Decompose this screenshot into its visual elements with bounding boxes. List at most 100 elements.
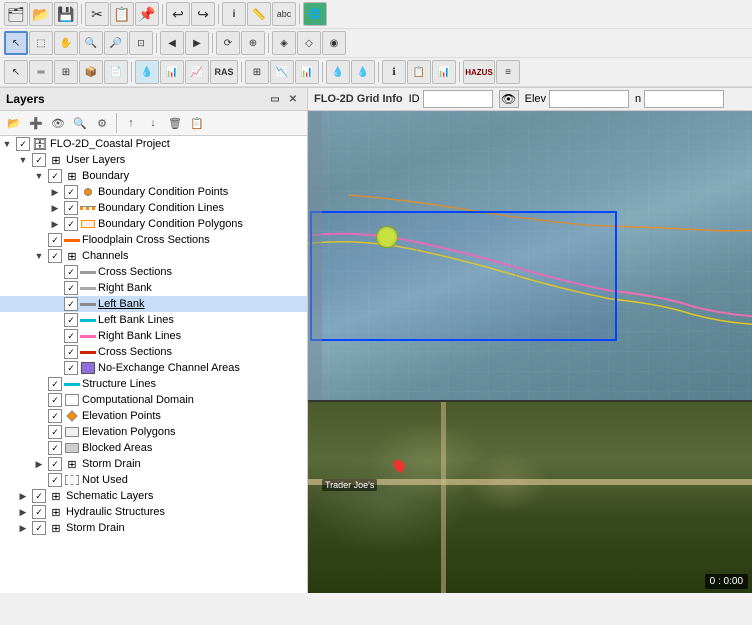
tree-sd2-arrow[interactable]: ▶: [16, 521, 30, 535]
tree-xs-2[interactable]: ▶ ✓ Cross Sections: [0, 344, 307, 360]
tree-comp-domain[interactable]: ▶ ✓ Computational Domain: [0, 392, 307, 408]
toolbar-btn-select-feat[interactable]: ◈: [272, 31, 296, 55]
toolbar-btn-flo10[interactable]: 📉: [270, 60, 294, 84]
tree-bc-points-checkbox[interactable]: ✓: [64, 185, 78, 199]
toolbar-btn-zoom-in[interactable]: 🔍: [79, 31, 103, 55]
tree-not-used[interactable]: ▶ ✓ Not Used: [0, 472, 307, 488]
tree-bc-points[interactable]: ▶ ✓ Boundary Condition Points: [0, 184, 307, 200]
tree-ne-checkbox[interactable]: ✓: [64, 361, 78, 375]
layers-move-up-btn[interactable]: ↑: [121, 113, 141, 133]
layers-filter-btn[interactable]: 🔍: [70, 113, 90, 133]
tree-left-bank[interactable]: ▶ ✓ Left Bank: [0, 296, 307, 312]
tree-sd2-checkbox[interactable]: ✓: [32, 521, 46, 535]
tree-sl-checkbox[interactable]: ✓: [48, 377, 62, 391]
toolbar-btn-new[interactable]: 🗂: [4, 2, 28, 26]
tree-xs-1[interactable]: ▶ ✓ Cross Sections: [0, 264, 307, 280]
toolbar-btn-zoom-out[interactable]: 🔎: [104, 31, 128, 55]
tree-root[interactable]: ▼ ✓ 🗄 FLO-2D_Coastal Project: [0, 136, 307, 152]
layers-minimize-icon[interactable]: ▭: [267, 91, 283, 107]
tree-floodplain-xs[interactable]: ▶ ✓ Floodplain Cross Sections: [0, 232, 307, 248]
layers-close-icon[interactable]: ✕: [285, 91, 301, 107]
tree-cd-checkbox[interactable]: ✓: [48, 393, 62, 407]
toolbar-btn-flo3[interactable]: ⊞: [54, 60, 78, 84]
layers-remove-btn[interactable]: 🗑: [165, 113, 185, 133]
tree-lbl-checkbox[interactable]: ✓: [64, 313, 78, 327]
tree-sch-checkbox[interactable]: ✓: [32, 489, 46, 503]
tree-user-layers-checkbox[interactable]: ✓: [32, 153, 46, 167]
tree-lb-checkbox[interactable]: ✓: [64, 297, 78, 311]
toolbar-btn-flo4[interactable]: 📦: [79, 60, 103, 84]
toolbar-btn-menu[interactable]: ≡: [496, 60, 520, 84]
toolbar-btn-flo12[interactable]: 💧: [326, 60, 350, 84]
map-n-input[interactable]: [644, 90, 724, 108]
tree-bc-lines-arrow[interactable]: ▶: [48, 201, 62, 215]
layers-open-btn[interactable]: 📂: [4, 113, 24, 133]
toolbar-btn-table[interactable]: 📋: [407, 60, 431, 84]
tree-boundary-arrow[interactable]: ▼: [32, 169, 46, 183]
tree-channels-checkbox[interactable]: ✓: [48, 249, 62, 263]
tree-sd1-arrow[interactable]: ▶: [32, 457, 46, 471]
tree-storm-drain-2[interactable]: ▶ ✓ ⊞ Storm Drain: [0, 520, 307, 536]
toolbar-btn-flo2[interactable]: ═: [29, 60, 53, 84]
toolbar-btn-attr[interactable]: abc: [272, 2, 296, 26]
layers-visibility-btn[interactable]: 👁: [48, 113, 68, 133]
map-elev-input[interactable]: [549, 90, 629, 108]
tree-elev-polys[interactable]: ▶ ✓ Elevation Polygons: [0, 424, 307, 440]
layers-add-btn[interactable]: ➕: [26, 113, 46, 133]
tree-hydraulic[interactable]: ▶ ✓ ⊞ Hydraulic Structures: [0, 504, 307, 520]
map-eye-btn[interactable]: 👁: [499, 90, 519, 108]
tree-channels-arrow[interactable]: ▼: [32, 249, 46, 263]
toolbar-btn-deselect[interactable]: ◇: [297, 31, 321, 55]
tree-rbl-checkbox[interactable]: ✓: [64, 329, 78, 343]
tree-hy-checkbox[interactable]: ✓: [32, 505, 46, 519]
toolbar-btn-zoom-full[interactable]: ⊡: [129, 31, 153, 55]
toolbar-btn-flo5[interactable]: 📄: [104, 60, 128, 84]
tree-no-exchange[interactable]: ▶ ✓ No-Exchange Channel Areas: [0, 360, 307, 376]
tree-schematic[interactable]: ▶ ✓ ⊞ Schematic Layers: [0, 488, 307, 504]
layers-settings-btn[interactable]: ⚙: [92, 113, 112, 133]
tree-nu-checkbox[interactable]: ✓: [48, 473, 62, 487]
tree-blocked-areas[interactable]: ▶ ✓ Blocked Areas: [0, 440, 307, 456]
tree-user-layers[interactable]: ▼ ✓ ⊞ User Layers: [0, 152, 307, 168]
toolbar-btn-open[interactable]: 📂: [29, 2, 53, 26]
tree-bc-lines[interactable]: ▶ ✓ Boundary Condition Lines: [0, 200, 307, 216]
toolbar-btn-flo8[interactable]: 📈: [185, 60, 209, 84]
toolbar-btn-flo13[interactable]: 💧: [351, 60, 375, 84]
tree-boundary-checkbox[interactable]: ✓: [48, 169, 62, 183]
map-container[interactable]: Trader Joe's 0 : 0:00: [308, 111, 752, 593]
tree-elev-points[interactable]: ▶ ✓ Elevation Points: [0, 408, 307, 424]
toolbar-btn-rotate[interactable]: ⟳: [216, 31, 240, 55]
toolbar-btn-next-ext[interactable]: ▶: [185, 31, 209, 55]
tree-hy-arrow[interactable]: ▶: [16, 505, 30, 519]
tree-bc-lines-checkbox[interactable]: ✓: [64, 201, 78, 215]
toolbar-btn-prev-ext[interactable]: ◀: [160, 31, 184, 55]
tree-xs1-checkbox[interactable]: ✓: [64, 265, 78, 279]
toolbar-btn-flo6[interactable]: 💧: [135, 60, 159, 84]
tree-right-bank[interactable]: ▶ ✓ Right Bank: [0, 280, 307, 296]
toolbar-btn-select-arrow[interactable]: ↖: [4, 31, 28, 55]
tree-ba-checkbox[interactable]: ✓: [48, 441, 62, 455]
tree-storm-drain-1[interactable]: ▶ ✓ ⊞ Storm Drain: [0, 456, 307, 472]
toolbar-btn-measure[interactable]: 📏: [247, 2, 271, 26]
tree-sch-arrow[interactable]: ▶: [16, 489, 30, 503]
tree-floodplain-xs-checkbox[interactable]: ✓: [48, 233, 62, 247]
toolbar-btn-info[interactable]: ℹ: [382, 60, 406, 84]
toolbar-btn-flo1[interactable]: ↖: [4, 60, 28, 84]
tree-structure-lines[interactable]: ▶ ✓ Structure Lines: [0, 376, 307, 392]
map-top-view[interactable]: [308, 111, 752, 400]
tree-bc-points-arrow[interactable]: ▶: [48, 185, 62, 199]
tree-epy-checkbox[interactable]: ✓: [48, 425, 62, 439]
toolbar-btn-pan[interactable]: ✋: [54, 31, 78, 55]
tree-rb-checkbox[interactable]: ✓: [64, 281, 78, 295]
toolbar-btn-globe[interactable]: 🌐: [303, 2, 327, 26]
tree-bc-polys[interactable]: ▶ ✓ Boundary Condition Polygons: [0, 216, 307, 232]
toolbar-btn-invert-sel[interactable]: ◉: [322, 31, 346, 55]
toolbar-btn-copy[interactable]: 📋: [110, 2, 134, 26]
tree-lb-lines[interactable]: ▶ ✓ Left Bank Lines: [0, 312, 307, 328]
tree-user-layers-arrow[interactable]: ▼: [16, 153, 30, 167]
tree-bc-polys-checkbox[interactable]: ✓: [64, 217, 78, 231]
toolbar-btn-select-rect[interactable]: ⬚: [29, 31, 53, 55]
tree-channels[interactable]: ▼ ✓ ⊞ Channels: [0, 248, 307, 264]
toolbar-btn-hazus[interactable]: HAZUS: [463, 60, 495, 84]
toolbar-btn-identify[interactable]: i: [222, 2, 246, 26]
